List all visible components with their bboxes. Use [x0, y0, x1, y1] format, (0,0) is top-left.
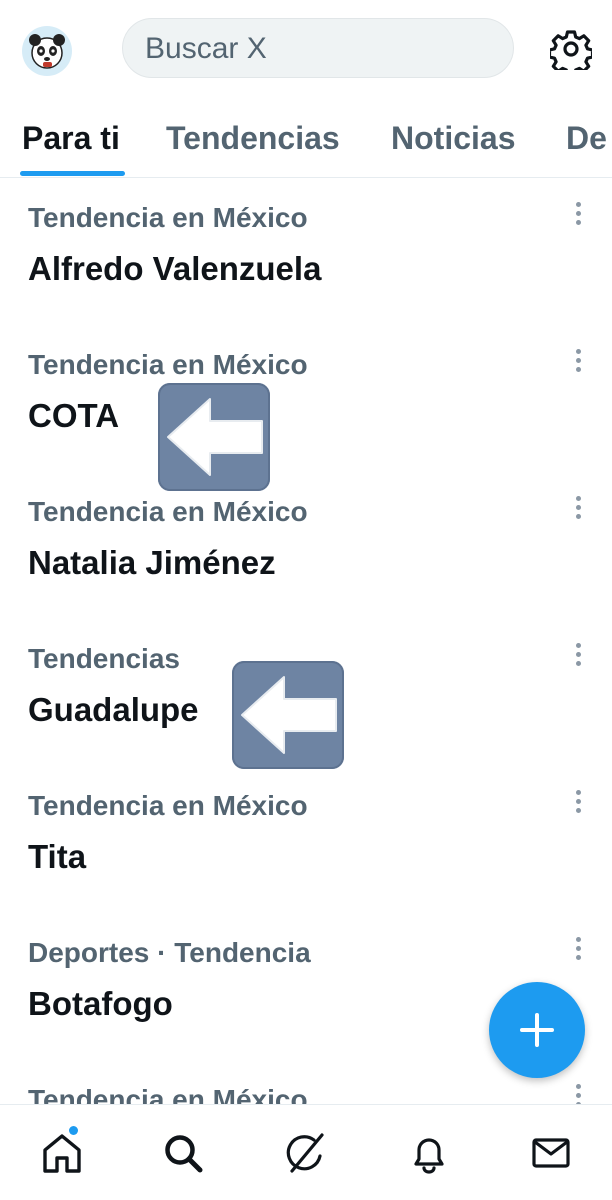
gear-icon[interactable] [547, 28, 595, 77]
trend-name: Tita [28, 838, 87, 875]
more-options-icon[interactable] [566, 202, 590, 232]
trend-name: Alfredo Valenzuela [28, 250, 322, 287]
left-arrow-icon [232, 661, 344, 769]
tab-para-ti[interactable]: Para ti [22, 120, 120, 157]
tab-bar: Para ti Tendencias Noticias De [0, 100, 612, 178]
mail-icon[interactable] [529, 1131, 573, 1175]
notification-dot [69, 1126, 78, 1135]
active-tab-indicator [20, 171, 125, 176]
compose-plus-button[interactable] [489, 982, 585, 1078]
home-icon[interactable] [40, 1131, 84, 1175]
trend-context: Tendencias [28, 643, 180, 674]
trend-name: Guadalupe [28, 691, 199, 728]
trend-context: Tendencia en México [28, 349, 308, 380]
trend-name: Botafogo [28, 985, 173, 1022]
more-options-icon[interactable] [566, 349, 590, 379]
more-options-icon[interactable] [566, 937, 590, 967]
trend-context: Tendencia en México [28, 202, 308, 233]
trend-item[interactable]: Tendencia en México Tita [0, 766, 612, 913]
tab-tendencias[interactable]: Tendencias [166, 120, 340, 157]
more-options-icon[interactable] [566, 496, 590, 526]
more-options-icon[interactable] [566, 643, 590, 673]
trend-item[interactable]: Tendencia en México COTA [0, 325, 612, 472]
trend-name: Natalia Jiménez [28, 544, 276, 581]
bell-icon[interactable] [407, 1131, 451, 1175]
tab-deportes[interactable]: De [566, 120, 607, 157]
trend-context: Deportes · Tendencia [28, 937, 311, 968]
more-options-icon[interactable] [566, 790, 590, 820]
left-arrow-icon [158, 383, 270, 491]
trend-name: COTA [28, 397, 120, 434]
panda-avatar-icon[interactable] [22, 26, 72, 76]
grok-icon[interactable] [284, 1131, 328, 1175]
plus-icon [520, 1013, 554, 1047]
search-placeholder: Buscar X [145, 32, 267, 65]
trend-context: Tendencia en México [28, 496, 308, 527]
search-input[interactable]: Buscar X [122, 18, 514, 78]
trend-list: Tendencia en México Alfredo Valenzuela T… [0, 178, 612, 1104]
trend-context: Tendencia en México [28, 1084, 308, 1104]
top-bar: Buscar X [0, 0, 612, 100]
trend-item[interactable]: Tendencia en México Natalia Jiménez [0, 472, 612, 619]
search-icon[interactable] [161, 1131, 205, 1175]
bottom-nav [0, 1104, 612, 1200]
tab-noticias[interactable]: Noticias [391, 120, 515, 157]
trend-item[interactable]: Tendencia en México Alfredo Valenzuela [0, 178, 612, 325]
more-options-icon[interactable] [566, 1084, 590, 1104]
trend-context: Tendencia en México [28, 790, 308, 821]
